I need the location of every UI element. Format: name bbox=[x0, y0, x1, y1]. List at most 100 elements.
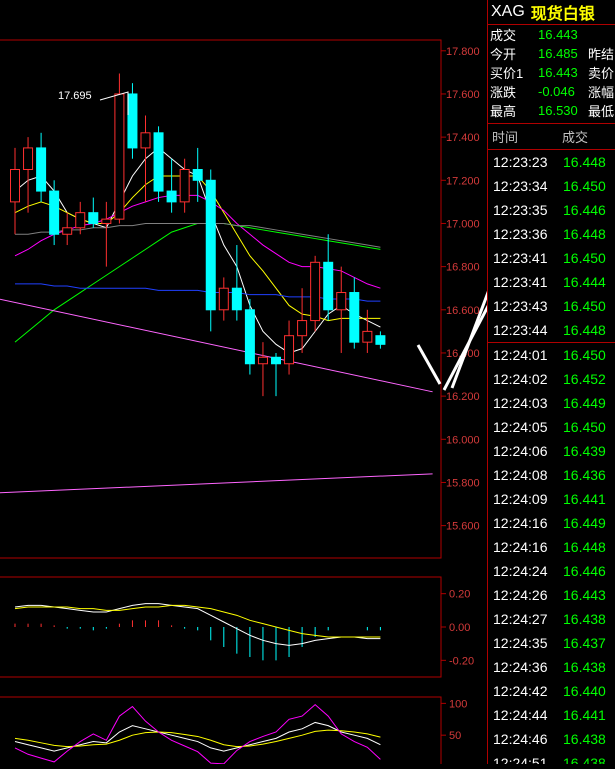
macd-tick-label: 0.20 bbox=[449, 589, 470, 601]
trade-row[interactable]: 12:24:02 16.452 bbox=[488, 367, 615, 391]
trade-price: 16.450 bbox=[563, 347, 606, 363]
trade-price: 16.444 bbox=[563, 274, 606, 290]
candle-body bbox=[10, 169, 20, 203]
trade-row[interactable]: 12:23:36 16.448 bbox=[488, 222, 615, 246]
symbol-name: 现货白银 bbox=[530, 6, 595, 23]
trade-price: 16.440 bbox=[563, 683, 606, 699]
trade-row[interactable]: 12:24:05 16.450 bbox=[488, 415, 615, 439]
quote-row: 今开 16.485 昨结 bbox=[488, 44, 615, 63]
trade-row[interactable]: 12:23:34 16.450 bbox=[488, 174, 615, 198]
quote-table: 成交 16.443 今开 16.485 昨结 买价1 16.443 卖价 涨跌 -0.046 涨幅最… bbox=[488, 25, 615, 120]
candle-body bbox=[49, 190, 60, 235]
trade-row[interactable]: 12:24:46 16.438 bbox=[488, 727, 615, 751]
candle-body bbox=[231, 287, 242, 311]
trade-time: 12:24:44 bbox=[493, 707, 548, 723]
trade-row[interactable]: 12:24:36 16.438 bbox=[488, 655, 615, 679]
quote-header: XAG 现货白银 bbox=[488, 0, 615, 25]
trade-row[interactable]: 12:23:23 16.448 bbox=[488, 150, 615, 174]
trade-row[interactable]: 12:24:35 16.437 bbox=[488, 631, 615, 655]
quote-extra-label: 卖价 bbox=[588, 66, 615, 81]
trade-price: 16.448 bbox=[563, 322, 606, 338]
price-tick-label: 17.600 bbox=[446, 89, 480, 101]
trendline bbox=[0, 473, 433, 494]
trade-price: 16.450 bbox=[563, 250, 606, 266]
price-tick-label: 16.600 bbox=[446, 305, 480, 317]
trade-row[interactable]: 12:23:44 16.448 bbox=[488, 318, 615, 342]
kdj-indicator bbox=[14, 703, 381, 765]
trade-row[interactable]: 12:24:03 16.449 bbox=[488, 391, 615, 415]
trade-time: 12:24:05 bbox=[493, 419, 548, 435]
macd-dea-line bbox=[14, 604, 381, 638]
trade-row[interactable]: 12:24:42 16.440 bbox=[488, 679, 615, 703]
trades-list-1[interactable]: 12:23:23 16.448 12:23:34 16.450 12:23:35 16.4… bbox=[488, 150, 615, 342]
trade-time: 12:24:16 bbox=[493, 539, 548, 555]
trade-row[interactable]: 12:24:16 16.448 bbox=[488, 535, 615, 559]
kdj-j-line bbox=[14, 703, 381, 765]
trade-price: 16.438 bbox=[563, 611, 606, 627]
trade-row[interactable]: 12:24:16 16.449 bbox=[488, 511, 615, 535]
trade-time: 12:24:08 bbox=[493, 467, 548, 483]
trade-time: 12:24:09 bbox=[493, 491, 548, 507]
candle-body bbox=[336, 292, 347, 311]
trade-price: 16.448 bbox=[563, 539, 606, 555]
quote-value: -0.046 bbox=[538, 84, 575, 99]
quote-value: 16.443 bbox=[538, 27, 578, 42]
trades-list-2[interactable]: 12:24:01 16.450 12:24:02 16.452 12:24:03 16.4… bbox=[488, 343, 615, 764]
trade-row[interactable]: 12:24:44 16.441 bbox=[488, 703, 615, 727]
trade-row[interactable]: 12:24:08 16.436 bbox=[488, 463, 615, 487]
candle-body bbox=[310, 261, 321, 322]
trade-time: 12:23:23 bbox=[493, 154, 548, 170]
high-annotation: 17.695 bbox=[58, 90, 92, 102]
price-tick-label: 17.000 bbox=[446, 218, 480, 230]
trade-time: 12:23:44 bbox=[493, 322, 548, 338]
quote-label: 最高 bbox=[490, 104, 517, 119]
trade-price: 16.448 bbox=[563, 154, 606, 170]
trade-price: 16.450 bbox=[563, 178, 606, 194]
quote-label: 买价1 bbox=[490, 66, 524, 81]
candle-body bbox=[192, 169, 203, 181]
trade-time: 12:23:43 bbox=[493, 298, 548, 314]
trade-price: 16.441 bbox=[563, 491, 606, 507]
trade-row[interactable]: 12:23:41 16.450 bbox=[488, 246, 615, 270]
trade-row[interactable]: 12:24:09 16.441 bbox=[488, 487, 615, 511]
trade-price: 16.439 bbox=[563, 443, 606, 459]
candle-body bbox=[127, 93, 138, 149]
trade-price: 16.436 bbox=[563, 467, 606, 483]
trade-time: 12:23:35 bbox=[493, 202, 548, 218]
trade-price: 16.443 bbox=[563, 587, 606, 603]
candle-body bbox=[23, 147, 34, 171]
kline-chart[interactable]: 17.695 17.800 17.600 17.400 17.200 17.000 16.… bbox=[0, 0, 568, 768]
trade-time: 12:23:41 bbox=[493, 250, 548, 266]
trade-price: 16.438 bbox=[563, 659, 606, 675]
trades-header: 时间 成交 bbox=[488, 123, 615, 150]
price-tick-label: 15.800 bbox=[446, 477, 480, 489]
trade-row[interactable]: 12:24:06 16.439 bbox=[488, 439, 615, 463]
trade-row[interactable]: 12:24:27 16.438 bbox=[488, 607, 615, 631]
trade-price: 16.438 bbox=[563, 731, 606, 747]
trade-row[interactable]: 12:23:35 16.446 bbox=[488, 198, 615, 222]
trade-time: 12:24:35 bbox=[493, 635, 548, 651]
candle-body bbox=[271, 356, 281, 365]
trade-price: 16.449 bbox=[563, 395, 606, 411]
quote-value: 16.485 bbox=[538, 46, 578, 61]
quote-value: 16.530 bbox=[538, 103, 578, 118]
candle-body bbox=[218, 287, 229, 311]
trade-time: 12:24:51 bbox=[493, 755, 548, 764]
macd-tick-label: -0.20 bbox=[449, 655, 474, 667]
trade-time: 12:24:06 bbox=[493, 443, 548, 459]
trade-row[interactable]: 12:24:51 16.438 bbox=[488, 751, 615, 764]
trade-row[interactable]: 12:24:01 16.450 bbox=[488, 343, 615, 367]
quote-row: 买价1 16.443 卖价 bbox=[488, 63, 615, 82]
trade-row[interactable]: 12:23:43 16.450 bbox=[488, 294, 615, 318]
price-axis: 17.800 17.600 17.400 17.200 17.000 16.800 16.6… bbox=[441, 46, 480, 533]
trade-row[interactable]: 12:23:41 16.444 bbox=[488, 270, 615, 294]
candle-body bbox=[244, 309, 255, 365]
trade-row[interactable]: 12:24:24 16.446 bbox=[488, 559, 615, 583]
trade-price: 16.452 bbox=[563, 371, 606, 387]
candle-body bbox=[114, 93, 125, 220]
candle-body bbox=[179, 169, 190, 203]
trade-row[interactable]: 12:24:26 16.443 bbox=[488, 583, 615, 607]
trade-time: 12:23:41 bbox=[493, 274, 548, 290]
candle-body bbox=[75, 212, 86, 229]
kline-chart-area[interactable]: 17.695 17.800 17.600 17.400 17.200 17.000 16.… bbox=[0, 0, 568, 768]
